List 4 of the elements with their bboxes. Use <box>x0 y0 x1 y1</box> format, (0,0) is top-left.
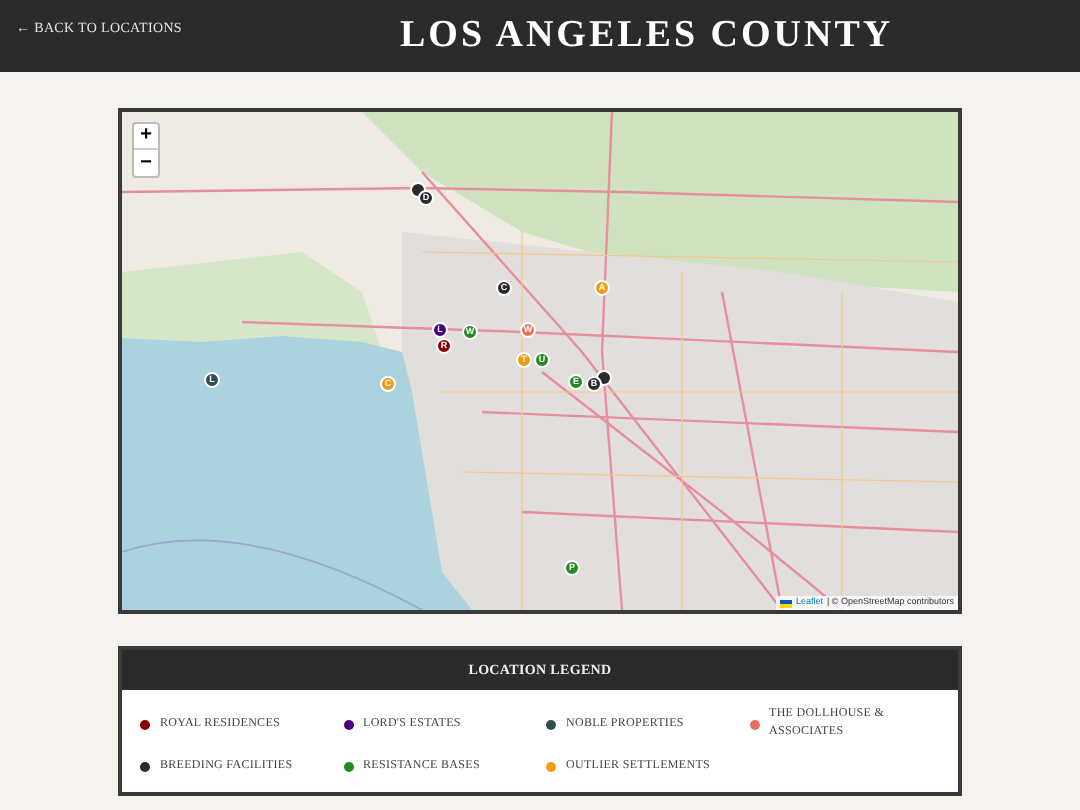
zoom-in-button[interactable]: + <box>134 124 158 150</box>
zoom-out-button[interactable]: − <box>134 150 158 176</box>
page-title: LOS ANGELES COUNTY <box>400 11 894 60</box>
flag-icon <box>779 599 792 608</box>
